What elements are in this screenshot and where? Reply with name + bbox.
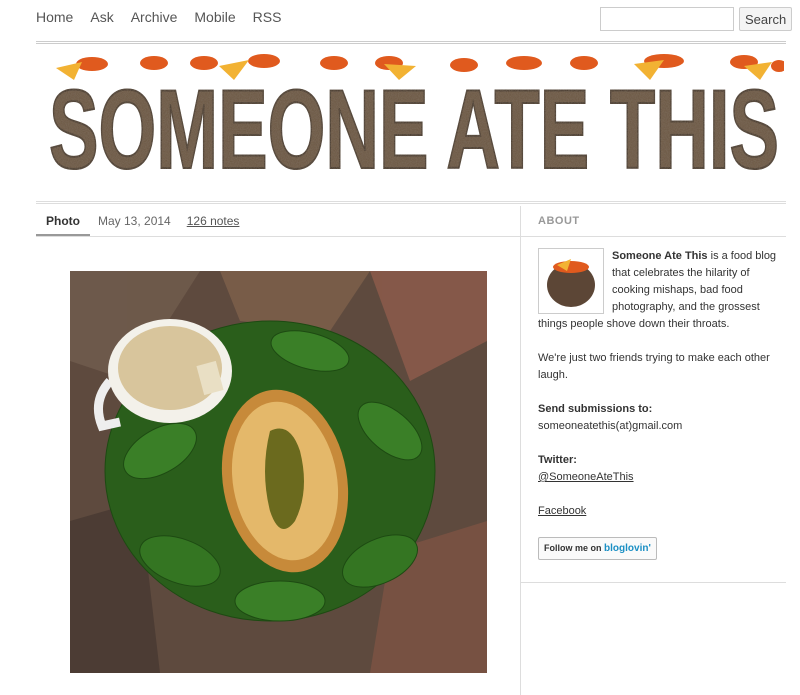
top-nav: Home Ask Archive Mobile RSS <box>36 9 298 25</box>
post-photo[interactable] <box>70 271 487 673</box>
bloglovin-prefix: Follow me on <box>544 543 602 553</box>
search-input[interactable] <box>600 7 734 31</box>
nav-ask[interactable]: Ask <box>90 9 113 25</box>
post-notes-link[interactable]: 126 notes <box>187 214 240 228</box>
twitter-link[interactable]: @SomeoneAteThis <box>538 471 634 483</box>
nav-mobile[interactable]: Mobile <box>194 9 235 25</box>
banner-title-text: SOMEONE ATE THIS <box>49 67 779 178</box>
sidebar-bottom-divider <box>520 582 786 583</box>
bloglovin-follow-button[interactable]: Follow me on bloglovin' <box>538 537 657 560</box>
about-tagline: We're just two friends trying to make ea… <box>538 352 770 381</box>
nav-archive[interactable]: Archive <box>131 9 178 25</box>
site-banner-logo[interactable]: SOMEONE ATE THIS <box>44 46 784 178</box>
about-site-name: Someone Ate This <box>612 250 708 262</box>
post-meta-bar: Photo May 13, 2014 126 notes <box>36 206 520 237</box>
banner-divider <box>36 201 786 204</box>
post-date: May 13, 2014 <box>98 214 171 228</box>
nav-home[interactable]: Home <box>36 9 73 25</box>
header-divider <box>36 41 786 44</box>
nav-rss[interactable]: RSS <box>253 9 282 25</box>
bloglovin-brand: bloglovin' <box>604 543 651 554</box>
column-divider <box>520 206 521 695</box>
submissions-block: Send submissions to: someoneatethis(at)gm… <box>538 401 788 435</box>
submissions-email: someoneatethis(at)gmail.com <box>538 420 683 432</box>
twitter-block: Twitter: @SomeoneAteThis <box>538 452 788 486</box>
search-form: Search <box>600 7 793 31</box>
twitter-label: Twitter: <box>538 454 577 466</box>
facebook-block: Facebook <box>538 503 788 520</box>
avatar <box>538 248 604 314</box>
sidebar-about: ABOUT Someone Ate This is a food blog th… <box>538 206 788 560</box>
about-heading: ABOUT <box>538 215 580 227</box>
facebook-link[interactable]: Facebook <box>538 505 586 517</box>
search-button[interactable]: Search <box>739 7 793 31</box>
post-type-tab[interactable]: Photo <box>36 206 90 236</box>
submissions-label: Send submissions to: <box>538 403 653 415</box>
